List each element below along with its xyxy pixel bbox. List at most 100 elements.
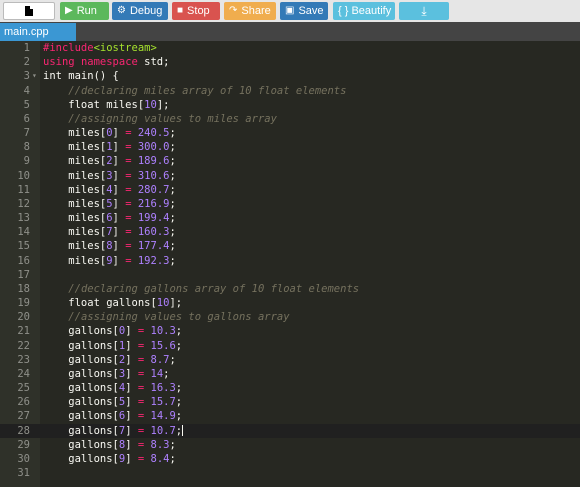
code-text: miles[7] = 160.3; [43, 226, 176, 239]
line-number: 13 [17, 212, 30, 225]
code-text: gallons[5] = 15.7; [43, 396, 183, 409]
line-number: 21 [17, 325, 30, 338]
code-line[interactable]: 27 gallons[6] = 14.9; [0, 409, 580, 423]
line-number: 20 [17, 311, 30, 324]
code-line[interactable]: 14 miles[7] = 160.3; [0, 225, 580, 239]
code-line[interactable]: 6 //assigning values to miles array [0, 112, 580, 126]
code-line[interactable]: 28 gallons[7] = 10.7; [0, 423, 580, 438]
code-text: using namespace std; [43, 56, 170, 69]
code-text: gallons[6] = 14.9; [43, 410, 183, 423]
line-number: 25 [17, 382, 30, 395]
debug-icon: ⚙ [117, 5, 126, 16]
text-cursor [182, 425, 184, 437]
download-button[interactable]: ⤓ [399, 2, 449, 20]
run-button[interactable]: ▶ Run [60, 2, 109, 20]
line-number: 1 [23, 42, 30, 54]
code-line[interactable]: 7 miles[0] = 240.5; [0, 126, 580, 140]
code-text: //assigning values to miles array [68, 112, 277, 125]
code-line[interactable]: 19 float gallons[10]; [0, 296, 580, 310]
line-number: 23 [17, 353, 30, 366]
code-line[interactable]: 18 //declaring gallons array of 10 float… [0, 282, 580, 296]
code-line[interactable]: 17 [0, 268, 580, 282]
code-text: miles[0] = 240.5; [43, 127, 176, 140]
share-button[interactable]: ↷ Share [224, 2, 276, 20]
line-number: 9 [23, 155, 30, 168]
stop-button[interactable]: ■ Stop [172, 2, 220, 20]
code-line[interactable]: 4 //declaring miles array of 10 float el… [0, 84, 580, 98]
line-number: 4 [23, 84, 30, 97]
file-icon [25, 6, 33, 16]
code-text: miles[5] = 216.9; [43, 197, 176, 210]
line-number: 27 [17, 410, 30, 423]
line-number: 24 [17, 367, 30, 380]
code-text: //assigning values to gallons array [68, 311, 290, 324]
code-text: #include<iostream> [43, 42, 157, 54]
line-number: 5 [23, 98, 30, 111]
line-number: 11 [17, 183, 30, 196]
code-text: gallons[4] = 16.3; [43, 382, 183, 395]
code-line[interactable]: 13 miles[6] = 199.4; [0, 211, 580, 225]
code-line[interactable]: 21 gallons[0] = 10.3; [0, 324, 580, 338]
line-number: 15 [17, 240, 30, 253]
tab-bar: main.cpp [0, 22, 580, 41]
code-line[interactable]: 23 gallons[2] = 8.7; [0, 353, 580, 367]
beautify-button[interactable]: { } Beautify [333, 2, 395, 20]
stop-button-label: Stop [187, 5, 210, 17]
code-text: miles[9] = 192.3; [43, 254, 176, 267]
code-line[interactable]: 29 gallons[8] = 8.3; [0, 438, 580, 452]
line-number: 18 [17, 282, 30, 295]
line-number: 10 [17, 169, 30, 182]
code-line[interactable]: 11 miles[4] = 280.7; [0, 183, 580, 197]
code-line[interactable]: 5 float miles[10]; [0, 98, 580, 112]
code-text: miles[8] = 177.4; [43, 240, 176, 253]
new-file-button[interactable] [3, 2, 55, 20]
code-line[interactable]: 1 #include<iostream> [0, 41, 580, 55]
code-line[interactable]: 12 miles[5] = 216.9; [0, 197, 580, 211]
code-line[interactable]: 15 miles[8] = 177.4; [0, 239, 580, 253]
save-button[interactable]: ▣ Save [280, 2, 328, 20]
line-number: 19 [17, 297, 30, 310]
line-number: 8 [23, 141, 30, 154]
beautify-button-label: { } Beautify [338, 5, 392, 17]
code-line[interactable]: 30 gallons[9] = 8.4; [0, 452, 580, 466]
code-text: int main() { [43, 70, 119, 83]
run-button-label: Run [76, 5, 97, 17]
code-line[interactable]: 10 miles[3] = 310.6; [0, 169, 580, 183]
fold-toggle-icon[interactable]: ▾ [32, 69, 37, 83]
code-line[interactable]: 2 using namespace std; [0, 55, 580, 69]
code-line[interactable]: 22 gallons[1] = 15.6; [0, 339, 580, 353]
floppy-icon: ▣ [285, 5, 295, 16]
line-number: 29 [17, 438, 30, 451]
code-line[interactable]: 25 gallons[4] = 16.3; [0, 381, 580, 395]
code-line[interactable]: 20 //assigning values to gallons array [0, 310, 580, 324]
code-text: //declaring gallons array of 10 float el… [68, 282, 360, 295]
code-line[interactable]: 8 miles[1] = 300.0; [0, 140, 580, 154]
code-text: gallons[7] = 10.7; [43, 424, 184, 437]
code-line[interactable]: 16 miles[9] = 192.3; [0, 254, 580, 268]
debug-button[interactable]: ⚙ Debug [112, 2, 168, 20]
download-icon: ⤓ [421, 4, 427, 18]
code-text: //declaring miles array of 10 float elem… [68, 84, 347, 97]
code-editor[interactable]: 1 #include<iostream> 2 using namespace std;… [0, 41, 580, 487]
debug-button-label: Debug [129, 5, 163, 17]
code-line[interactable]: 3 ▾ int main() { [0, 69, 580, 83]
line-number: 30 [17, 452, 30, 465]
save-button-label: Save [298, 5, 324, 17]
line-number: 3 [23, 70, 30, 83]
code-line[interactable]: 26 gallons[5] = 15.7; [0, 395, 580, 409]
code-line[interactable]: 31 [0, 466, 580, 480]
share-button-label: Share [241, 5, 271, 17]
tab-main-cpp[interactable]: main.cpp [0, 23, 76, 41]
line-number: 6 [23, 112, 30, 125]
code-text: gallons[2] = 8.7; [43, 353, 176, 366]
share-icon: ↷ [229, 5, 238, 16]
play-icon: ▶ [65, 5, 73, 16]
line-number: 17 [17, 268, 30, 281]
code-line[interactable]: 24 gallons[3] = 14; [0, 367, 580, 381]
code-text: gallons[0] = 10.3; [43, 325, 183, 338]
code-text: miles[2] = 189.6; [43, 155, 176, 168]
code-text: miles[1] = 300.0; [43, 141, 176, 154]
code-text: float miles[10]; [43, 98, 170, 111]
line-number: 16 [17, 254, 30, 267]
code-line[interactable]: 9 miles[2] = 189.6; [0, 154, 580, 168]
